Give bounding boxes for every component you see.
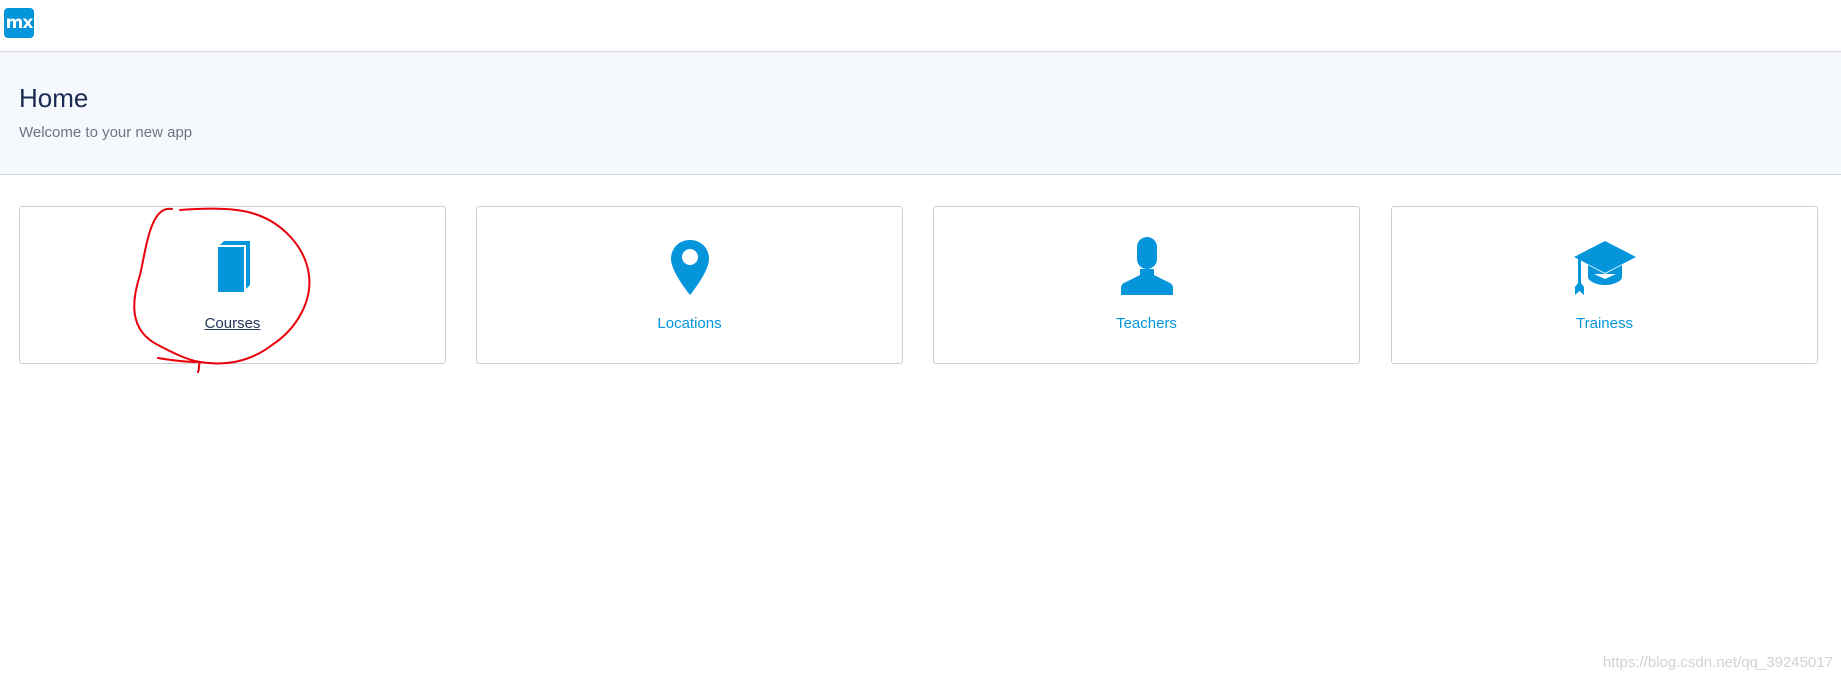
card-teachers[interactable]: Teachers — [933, 206, 1360, 364]
page-header: Home Welcome to your new app — [0, 53, 1841, 175]
card-locations[interactable]: Locations — [476, 206, 903, 364]
map-marker-icon — [655, 237, 725, 297]
top-navbar: mx — [0, 0, 1841, 52]
mendix-logo[interactable]: mx — [4, 8, 34, 38]
card-label[interactable]: Locations — [477, 315, 902, 332]
card-label[interactable]: Courses — [20, 315, 445, 332]
book-icon — [198, 237, 268, 297]
user-icon — [1112, 237, 1182, 297]
card-label[interactable]: Teachers — [934, 315, 1359, 332]
watermark: https://blog.csdn.net/qq_39245017 — [1602, 654, 1833, 671]
page-title: Home — [19, 83, 89, 113]
graduation-cap-icon — [1570, 237, 1640, 297]
card-label[interactable]: Trainess — [1392, 315, 1817, 332]
page-subtitle: Welcome to your new app — [19, 124, 193, 141]
card-trainess[interactable]: Trainess — [1391, 206, 1818, 364]
card-courses[interactable]: Courses — [19, 206, 446, 364]
